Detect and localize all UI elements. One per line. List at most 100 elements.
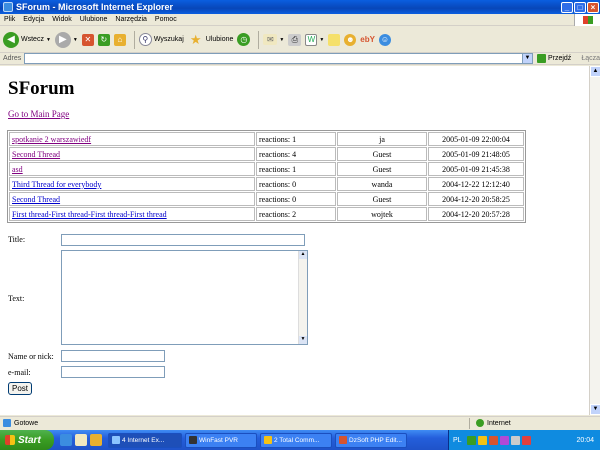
status-bar: Gotowe Internet	[0, 416, 600, 429]
thread-link[interactable]: asd	[12, 165, 23, 174]
main-page-link[interactable]: Go to Main Page	[8, 109, 69, 119]
task-internet-explorer[interactable]: 4 Internet Ex...	[108, 432, 182, 448]
people-icon: ☺	[378, 33, 391, 46]
network-icon[interactable]	[466, 435, 476, 445]
table-row: asd reactions: 1 Guest 2005-01-09 21:45:38	[9, 162, 524, 176]
title-label: Title:	[8, 235, 26, 244]
page-scrollbar[interactable]: ▲ ▼	[589, 66, 600, 415]
minimize-button[interactable]: _	[561, 1, 573, 13]
post-button[interactable]: Post	[8, 382, 33, 395]
menu-file[interactable]: Plik	[0, 16, 19, 23]
task-label: WinFast PVR	[199, 436, 239, 444]
window-title: SForum - Microsoft Internet Explorer	[16, 2, 174, 12]
home-button[interactable]: ⌂	[113, 33, 126, 46]
text-textarea[interactable]: ▲ ▼	[61, 250, 308, 345]
media-icon[interactable]	[90, 434, 102, 446]
menu-favorites[interactable]: Ulubione	[76, 16, 112, 23]
stop-button[interactable]: ✕	[81, 33, 94, 46]
scroll-down-icon[interactable]: ▼	[590, 404, 600, 415]
author-cell: wanda	[337, 177, 427, 191]
people-button[interactable]: ☺	[378, 33, 391, 46]
forward-button[interactable]: ▶ ▼	[54, 31, 78, 48]
chevron-down-icon[interactable]: ▼	[73, 37, 78, 43]
date-cell: 2004-12-20 20:58:25	[428, 192, 524, 206]
date-cell: 2004-12-20 20:57:28	[428, 207, 524, 221]
task-label: DzSoft PHP Edit...	[349, 436, 402, 444]
speaker-icon[interactable]	[510, 435, 520, 445]
title-bar: SForum - Microsoft Internet Explorer _ □…	[0, 0, 600, 14]
name-input[interactable]	[61, 350, 165, 362]
go-arrow-icon	[536, 54, 546, 63]
ie-icon[interactable]	[60, 434, 72, 446]
scroll-up-icon[interactable]: ▲	[590, 66, 600, 77]
ebay-button[interactable]: ebY	[360, 35, 375, 44]
thread-link[interactable]: spotkanie 2 warszawiedf	[12, 135, 91, 144]
maximize-button[interactable]: □	[574, 1, 586, 13]
scroll-down-icon[interactable]: ▼	[299, 336, 307, 344]
mail-icon: ✉	[263, 34, 278, 45]
tray-app-icon[interactable]	[499, 435, 509, 445]
mail-icon[interactable]	[75, 434, 87, 446]
reactions-cell: reactions: 0	[256, 192, 336, 206]
thread-link[interactable]: First thread-First thread-First thread-F…	[12, 210, 167, 219]
thread-link[interactable]: Second Thread	[12, 195, 60, 204]
title-input[interactable]	[61, 234, 305, 246]
reactions-cell: reactions: 1	[256, 162, 336, 176]
history-button[interactable]: ◷	[237, 33, 251, 46]
tray-app-icon[interactable]	[521, 435, 531, 445]
thread-link[interactable]: Third Thread for everybody	[12, 180, 101, 189]
zone-text: Internet	[487, 419, 511, 427]
favorites-button[interactable]: ★ Ulubione	[188, 32, 233, 48]
page-content: SForum Go to Main Page spotkanie 2 warsz…	[0, 66, 589, 415]
language-indicator[interactable]: PL	[453, 437, 462, 444]
back-button[interactable]: ◀ Wstecz ▼	[3, 31, 51, 48]
address-input[interactable]: ▼	[24, 53, 533, 64]
task-total-commander[interactable]: 2 Total Comm...	[260, 432, 332, 448]
internet-zone-icon	[476, 419, 484, 427]
task-label: 4 Internet Ex...	[122, 436, 165, 444]
date-cell: 2005-01-09 22:00:04	[428, 132, 524, 146]
author-cell: ja	[337, 132, 427, 146]
address-label: Adres	[3, 55, 22, 62]
thread-title-cell: Second Thread	[9, 192, 255, 206]
chevron-down-icon[interactable]: ▼	[279, 37, 284, 43]
tray-app-icon[interactable]	[477, 435, 487, 445]
stop-icon: ✕	[81, 33, 94, 46]
thread-title-cell: First thread-First thread-First thread-F…	[9, 207, 255, 221]
tray-app-icon[interactable]	[488, 435, 498, 445]
textarea-scrollbar[interactable]: ▲ ▼	[298, 251, 307, 344]
menu-edit[interactable]: Edycja	[19, 16, 48, 23]
thread-link[interactable]: Second Thread	[12, 150, 60, 159]
search-button[interactable]: ⚲ Wyszukaj	[138, 33, 184, 46]
address-bar: Adres ▼ Przejdź Łącza	[0, 53, 600, 65]
print-button[interactable]: ⎙	[288, 33, 302, 46]
thread-title-cell: Second Thread	[9, 147, 255, 161]
chevron-down-icon[interactable]: ▼	[46, 37, 51, 43]
start-button[interactable]: Start	[0, 430, 54, 450]
chevron-down-icon[interactable]: ▼	[319, 37, 324, 43]
messenger-button[interactable]: ☻	[344, 33, 357, 46]
toolbar-separator	[258, 30, 260, 49]
date-cell: 2004-12-22 12:12:40	[428, 177, 524, 191]
toolbar: ◀ Wstecz ▼ ▶ ▼ ✕ ↻ ⌂ ⚲ Wyszukaj ★ Ulubio…	[0, 27, 600, 53]
refresh-button[interactable]: ↻	[97, 33, 110, 46]
mail-button[interactable]: ✉ ▼	[263, 34, 284, 45]
links-button[interactable]: Łącza	[581, 55, 600, 62]
email-input[interactable]	[61, 366, 165, 378]
task-dzsoft-php-editor[interactable]: DzSoft PHP Edit...	[335, 432, 407, 448]
thread-title-cell: Third Thread for everybody	[9, 177, 255, 191]
notes-button[interactable]	[328, 33, 341, 46]
menu-bar: Plik Edycja Widok Ulubione Narzędzia Pom…	[0, 14, 600, 26]
scroll-up-icon[interactable]: ▲	[299, 251, 307, 259]
menu-tools[interactable]: Narzędzia	[111, 16, 151, 23]
menu-view[interactable]: Widok	[48, 16, 75, 23]
menu-help[interactable]: Pomoc	[151, 16, 181, 23]
forward-arrow-icon: ▶	[54, 31, 71, 48]
chevron-down-icon[interactable]: ▼	[521, 54, 532, 63]
table-row: Third Thread for everybody reactions: 0 wa…	[9, 177, 524, 191]
go-button[interactable]: Przejdź	[536, 54, 571, 63]
close-button[interactable]: ×	[587, 1, 599, 13]
quick-launch	[60, 434, 105, 446]
edit-button[interactable]: W ▼	[305, 33, 324, 46]
task-winfast-pvr[interactable]: WinFast PVR	[185, 432, 257, 448]
